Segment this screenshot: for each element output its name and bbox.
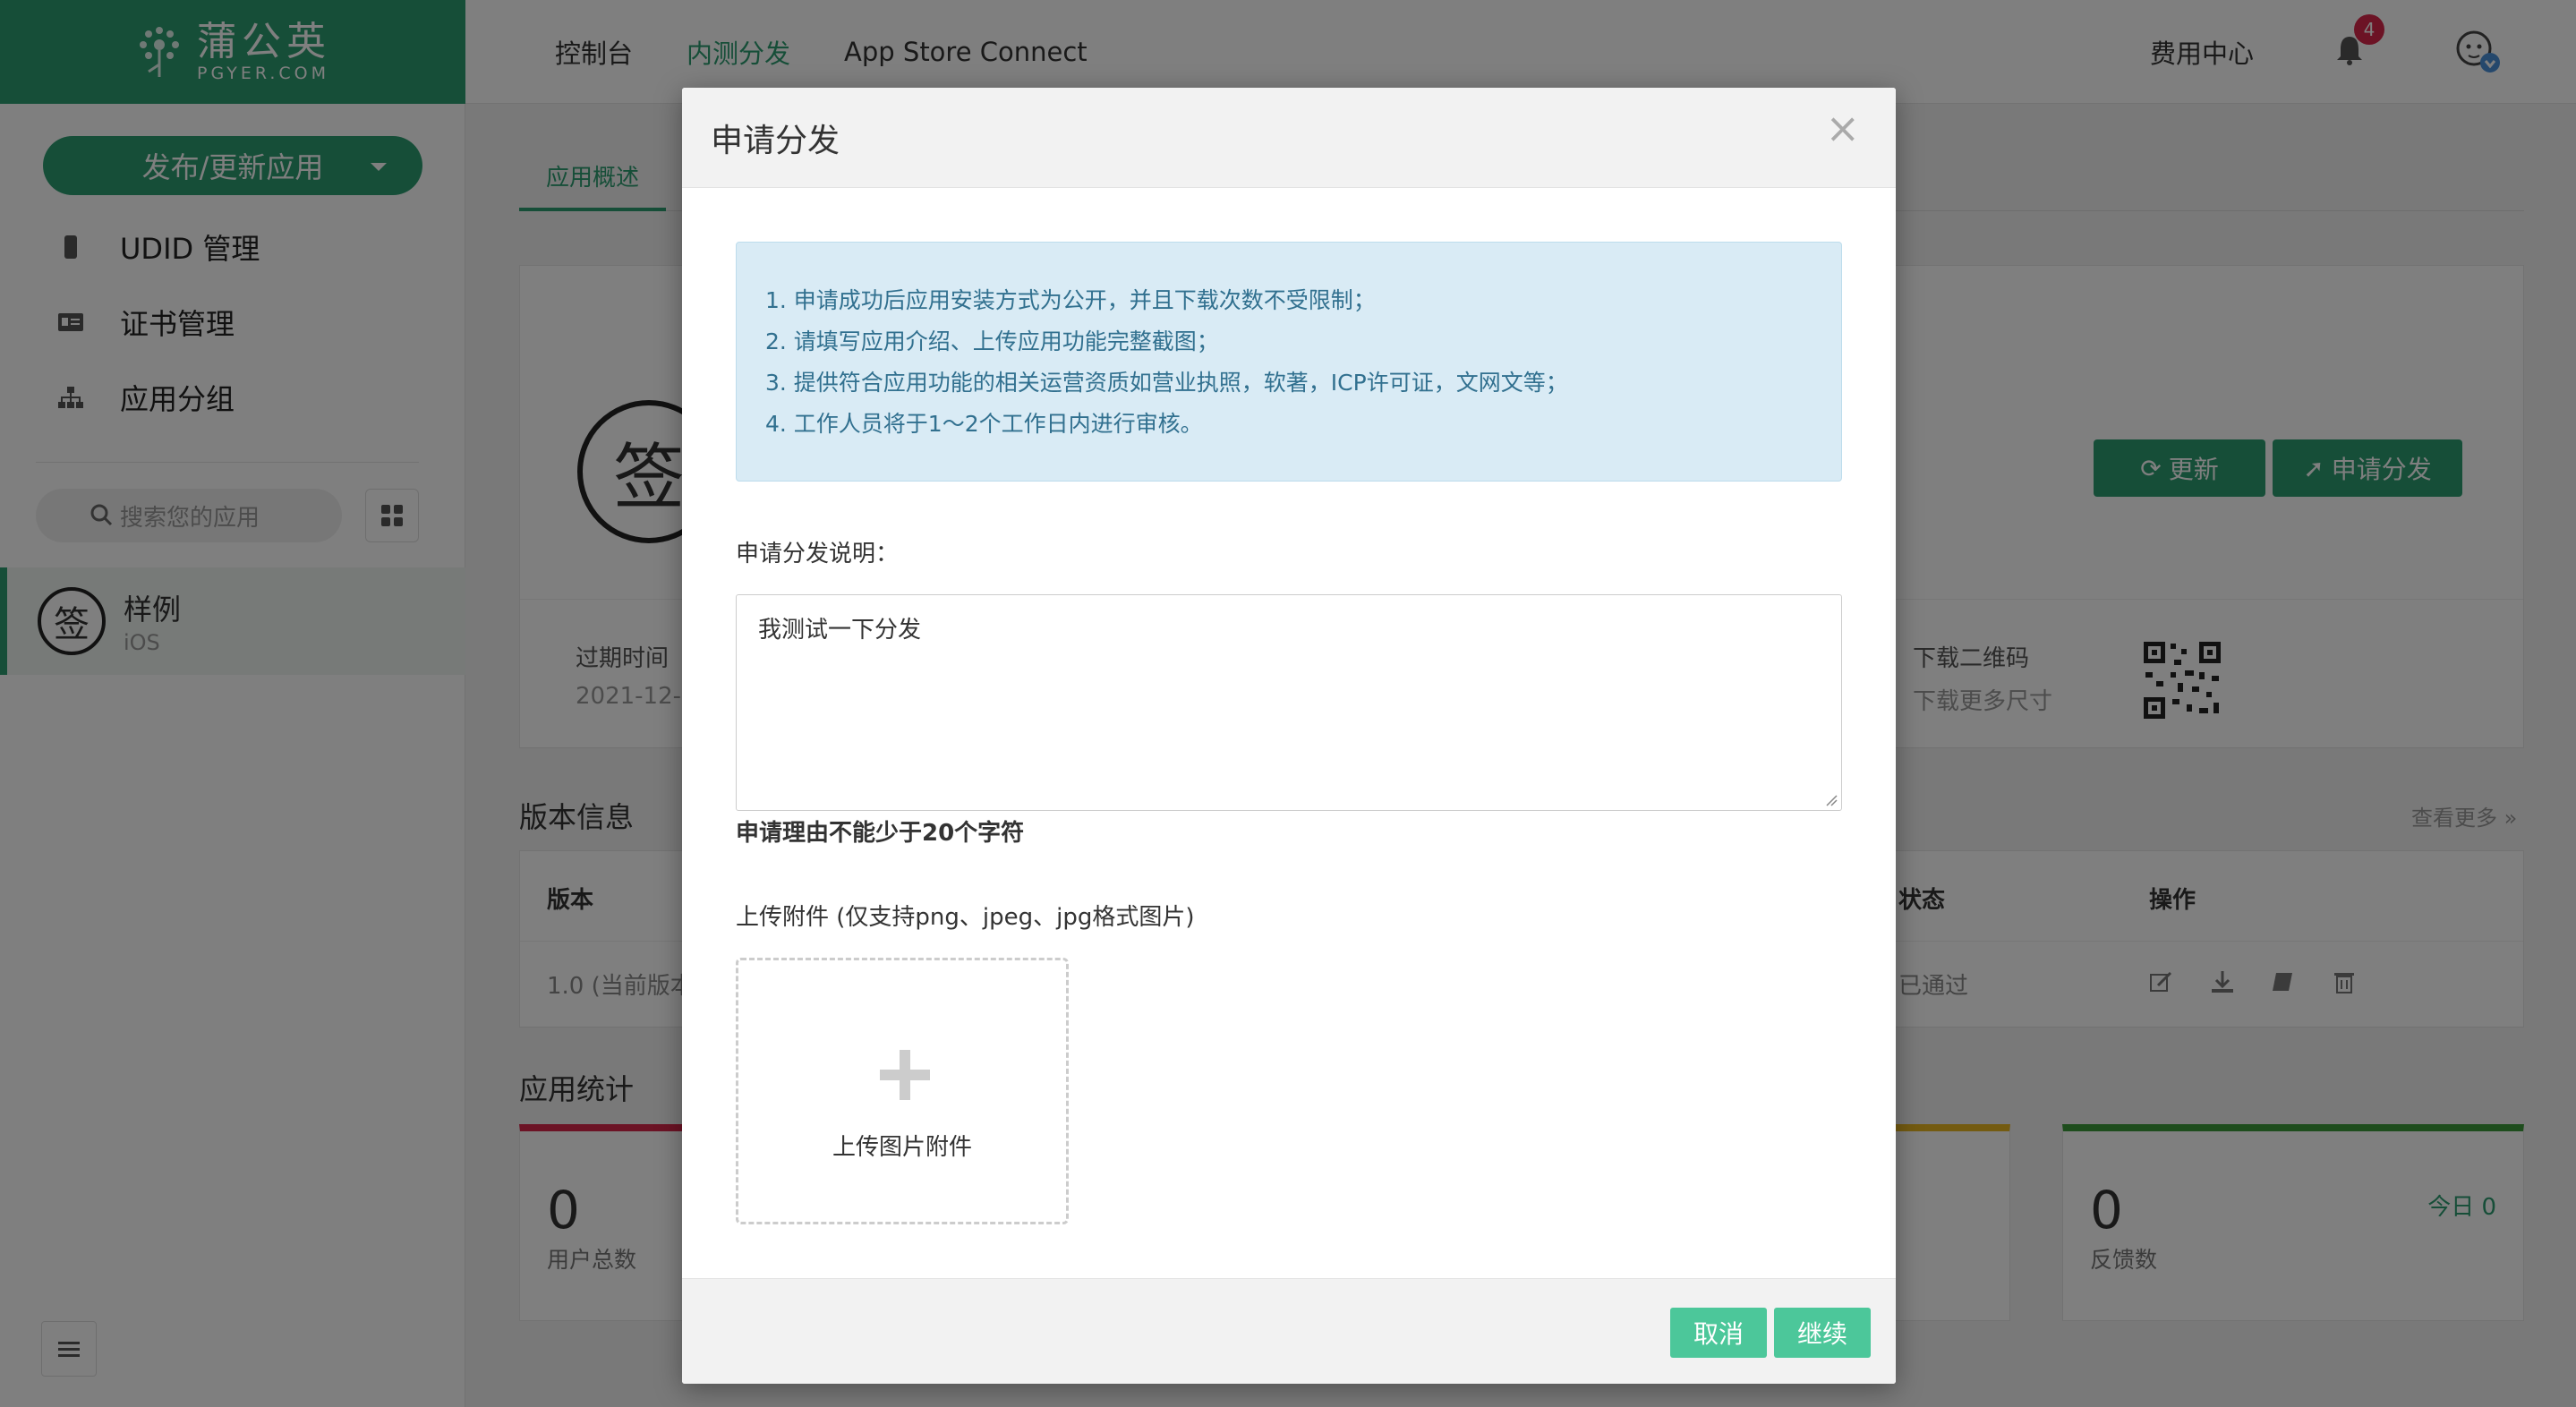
notice-line: 3. 提供符合应用功能的相关运营资质如营业执照，软著，ICP许可证，文网文等； — [765, 370, 1568, 396]
continue-button[interactable]: 继续 — [1774, 1308, 1871, 1358]
modal-footer: 取消 继续 — [682, 1278, 1896, 1384]
upload-label: 上传附件 (仅支持png、jpeg、jpg格式图片) — [736, 904, 1195, 931]
description-label: 申请分发说明： — [736, 541, 900, 567]
description-hint: 申请理由不能少于20个字符 — [736, 820, 1025, 847]
description-value: 我测试一下分发 — [758, 617, 922, 644]
cancel-button[interactable]: 取消 — [1670, 1308, 1767, 1358]
modal-title: 申请分发 — [711, 123, 840, 159]
notice-line: 1. 申请成功后应用安装方式为公开，并且下载次数不受限制； — [765, 287, 1376, 313]
notice-box: 1. 申请成功后应用安装方式为公开，并且下载次数不受限制； 2. 请填写应用介绍… — [736, 242, 1842, 482]
upload-button-label: 上传图片附件 — [832, 1134, 972, 1161]
notice-line: 2. 请填写应用介绍、上传应用功能完整截图； — [765, 328, 1219, 354]
notice-line: 4. 工作人员将于1～2个工作日内进行审核。 — [765, 411, 1203, 437]
modal-header: 申请分发 × — [682, 88, 1896, 188]
description-textarea[interactable]: 我测试一下分发 — [736, 594, 1842, 811]
upload-attachment-button[interactable]: 上传图片附件 — [736, 958, 1069, 1224]
plus-icon — [880, 1050, 930, 1100]
apply-distribution-modal: 申请分发 × 1. 申请成功后应用安装方式为公开，并且下载次数不受限制； 2. … — [682, 88, 1896, 1384]
close-icon[interactable]: × — [1825, 107, 1860, 149]
resize-handle-icon[interactable] — [1825, 794, 1838, 806]
